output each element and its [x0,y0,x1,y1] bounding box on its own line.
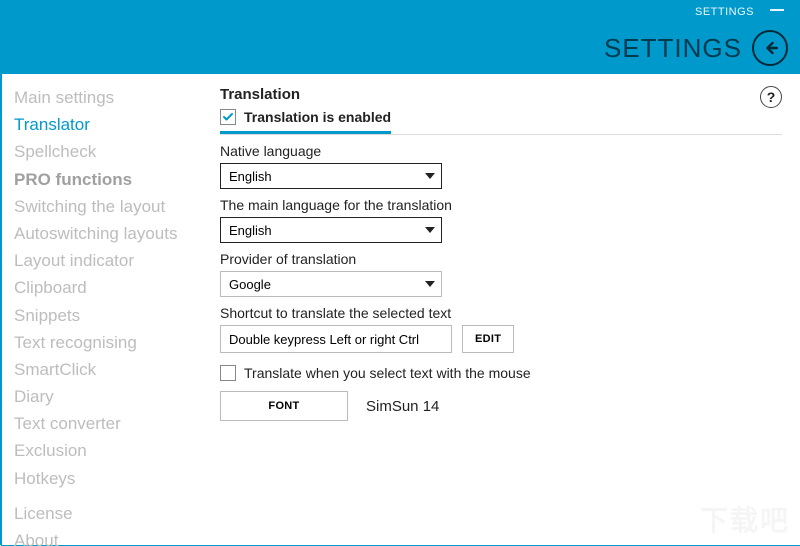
sidebar-item-translator[interactable]: Translator [14,111,202,138]
chevron-down-icon [425,227,435,233]
watermark: 下载吧 [700,499,790,539]
shortcut-row: EDIT [220,325,782,353]
section-title: Translation [220,86,782,103]
check-icon [222,111,234,123]
font-display: SimSun 14 [366,398,439,415]
native-language-select[interactable]: English [220,163,442,189]
sidebar-item-text-converter[interactable]: Text converter [14,410,202,437]
sidebar-item-text-recognising[interactable]: Text recognising [14,329,202,356]
translation-enabled-label: Translation is enabled [244,109,391,125]
edit-shortcut-button[interactable]: EDIT [462,325,514,353]
translate-on-select-label: Translate when you select text with the … [244,365,531,381]
native-language-label: Native language [220,143,782,159]
minimize-button[interactable] [770,9,784,11]
chevron-down-icon [425,173,435,179]
shortcut-input[interactable] [220,325,452,353]
body: Main settingsTranslatorSpellcheckPRO fun… [2,74,800,545]
sidebar-item-clipboard[interactable]: Clipboard [14,274,202,301]
header-bar: SETTINGS SETTINGS [2,2,800,74]
sidebar-item-layout-indicator[interactable]: Layout indicator [14,247,202,274]
shortcut-label: Shortcut to translate the selected text [220,305,782,321]
translation-enabled-checkbox[interactable] [220,109,236,125]
tab-underline: Translation is enabled [220,109,782,135]
sidebar-item-snippets[interactable]: Snippets [14,302,202,329]
translate-on-select-row: Translate when you select text with the … [220,365,782,381]
font-button[interactable]: FONT [220,391,348,421]
translation-enabled-row: Translation is enabled [220,109,391,125]
header-breadcrumb: SETTINGS [695,6,754,18]
sidebar-item-about[interactable]: About [14,527,202,546]
help-button[interactable]: ? [760,86,782,108]
help-icon: ? [767,89,776,105]
provider-label: Provider of translation [220,251,782,267]
provider-select[interactable]: Google [220,271,442,297]
sidebar-item-spellcheck[interactable]: Spellcheck [14,138,202,165]
chevron-down-icon [425,281,435,287]
main-language-label: The main language for the translation [220,197,782,213]
sidebar-item-hotkeys[interactable]: Hotkeys [14,465,202,492]
content-panel: ? Translation Translation is enabled Nat… [202,74,800,545]
sidebar-item-switching-the-layout[interactable]: Switching the layout [14,193,202,220]
font-row: FONT SimSun 14 [220,391,782,421]
main-language-select[interactable]: English [220,217,442,243]
sidebar-divider [14,492,202,500]
sidebar: Main settingsTranslatorSpellcheckPRO fun… [2,74,202,545]
sidebar-item-pro-functions[interactable]: PRO functions [14,166,202,193]
sidebar-item-smartclick[interactable]: SmartClick [14,356,202,383]
back-button[interactable] [752,30,788,66]
main-language-value: English [229,223,272,238]
sidebar-item-exclusion[interactable]: Exclusion [14,437,202,464]
sidebar-item-main-settings[interactable]: Main settings [14,84,202,111]
translate-on-select-checkbox[interactable] [220,365,236,381]
sidebar-item-diary[interactable]: Diary [14,383,202,410]
sidebar-item-autoswitching-layouts[interactable]: Autoswitching layouts [14,220,202,247]
sidebar-item-license[interactable]: License [14,500,202,527]
arrow-left-icon [760,38,780,58]
provider-value: Google [229,277,271,292]
native-language-value: English [229,169,272,184]
page-title: SETTINGS [604,33,742,64]
